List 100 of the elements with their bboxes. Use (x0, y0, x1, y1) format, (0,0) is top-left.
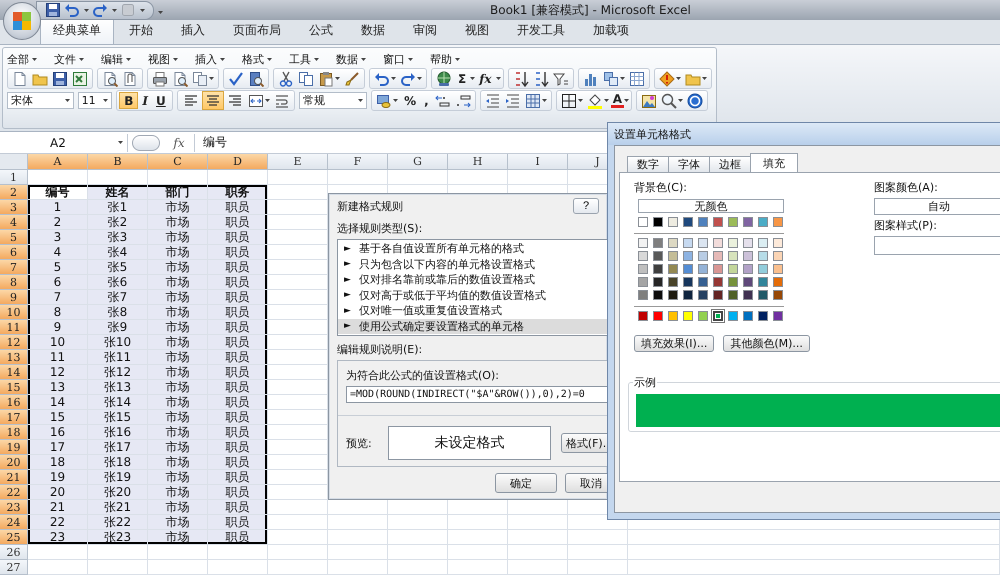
row-header[interactable]: 12 (0, 335, 28, 350)
color-swatch[interactable] (683, 251, 693, 261)
color-swatch[interactable] (653, 217, 663, 227)
increase-decimal-icon[interactable] (434, 92, 451, 108)
align-left-icon[interactable] (182, 92, 199, 108)
caret-icon[interactable] (542, 99, 547, 102)
color-swatch[interactable] (758, 217, 768, 227)
menu-item[interactable]: 编辑 (101, 52, 131, 66)
row-header[interactable]: 24 (0, 515, 28, 530)
wrap-text-icon[interactable] (274, 92, 290, 108)
caret-icon[interactable] (32, 58, 37, 60)
color-swatch[interactable] (683, 311, 693, 321)
color-swatch[interactable] (758, 251, 768, 261)
help-button[interactable]: ? (573, 198, 599, 214)
caret-icon[interactable] (103, 99, 108, 102)
font-size-dropdown[interactable]: 11 (78, 92, 112, 109)
color-swatch[interactable] (653, 238, 663, 248)
caret-icon[interactable] (624, 99, 629, 102)
color-swatch[interactable] (773, 277, 783, 287)
row-header[interactable]: 16 (0, 395, 28, 410)
row-header[interactable]: 26 (0, 545, 28, 560)
caret-icon[interactable] (220, 58, 225, 60)
caret-icon[interactable] (361, 58, 366, 60)
caret-icon[interactable] (209, 77, 214, 80)
font-dropdown[interactable]: 宋体 (7, 92, 74, 109)
spreadsheet-icon[interactable] (72, 70, 88, 86)
caret-icon[interactable] (393, 99, 398, 102)
comma-button[interactable]: , (420, 92, 433, 109)
row-header[interactable]: 8 (0, 275, 28, 290)
menu-item[interactable]: 全部 (7, 52, 37, 66)
cell-style-icon[interactable] (524, 92, 541, 108)
menu-item[interactable]: 视图 (148, 52, 178, 66)
row-header[interactable]: 18 (0, 425, 28, 440)
pattern-color-dropdown[interactable]: 自动 (874, 198, 1000, 215)
dialog-tab[interactable]: 边框 (709, 156, 751, 172)
save-icon[interactable] (52, 70, 68, 86)
dialog-button[interactable]: 填充效果(I)... (634, 335, 714, 352)
row-header[interactable]: 15 (0, 380, 28, 395)
row-header[interactable]: 9 (0, 290, 28, 305)
color-swatch[interactable] (743, 238, 753, 248)
caret-icon[interactable] (408, 58, 413, 60)
row-header[interactable]: 5 (0, 230, 28, 245)
ribbon-tab[interactable]: 数据 (348, 17, 398, 44)
color-swatch[interactable] (758, 238, 768, 248)
caret-icon[interactable] (158, 11, 163, 14)
italic-button[interactable]: I (138, 92, 152, 109)
color-swatch[interactable] (728, 277, 738, 287)
row-header[interactable]: 17 (0, 410, 28, 425)
dialog-tab[interactable]: 字体 (668, 156, 710, 172)
caret-icon[interactable] (455, 58, 460, 60)
caret-icon[interactable] (314, 58, 319, 60)
row-header[interactable]: 14 (0, 365, 28, 380)
caret-icon[interactable] (267, 58, 272, 60)
ribbon-tab[interactable]: 开始 (116, 17, 166, 44)
color-swatch[interactable] (728, 217, 738, 227)
row-header[interactable]: 3 (0, 200, 28, 215)
color-swatch[interactable] (638, 238, 648, 248)
dialog-tab[interactable]: 填充 (750, 153, 798, 172)
caret-icon[interactable] (112, 8, 117, 12)
list-item[interactable]: ► 只为包含以下内容的单元格设置格式 (338, 256, 607, 272)
color-swatch[interactable] (638, 277, 648, 287)
spelling-check-icon[interactable] (228, 70, 244, 86)
caret-icon[interactable] (578, 99, 583, 102)
color-swatch[interactable] (653, 277, 663, 287)
caret-icon[interactable] (678, 99, 683, 102)
color-swatch[interactable] (698, 251, 708, 261)
autosum-button[interactable]: Σ (454, 70, 470, 87)
column-header[interactable]: G (388, 154, 448, 170)
column-header[interactable]: B (88, 154, 148, 170)
number-format-dropdown[interactable]: 常规 (298, 92, 368, 109)
list-item[interactable]: ► 使用公式确定要设置格式的单元格 (338, 318, 607, 334)
printer-icon[interactable] (152, 70, 168, 86)
row-header[interactable]: 21 (0, 470, 28, 485)
color-swatch[interactable] (653, 251, 663, 261)
color-swatch[interactable] (773, 217, 783, 227)
color-swatch[interactable] (713, 238, 723, 248)
decrease-indent-icon[interactable] (484, 92, 501, 108)
color-swatch[interactable] (743, 217, 753, 227)
color-swatch[interactable] (698, 290, 708, 300)
column-header[interactable]: F (328, 154, 388, 170)
color-swatch[interactable] (773, 238, 783, 248)
color-swatch[interactable] (743, 311, 753, 321)
color-swatch[interactable] (713, 264, 723, 274)
borders-icon[interactable] (560, 92, 577, 108)
row-header[interactable]: 20 (0, 455, 28, 470)
list-item[interactable]: ► 仅对排名靠前或靠后的数值设置格式 (338, 272, 607, 288)
bold-button[interactable]: B (119, 92, 138, 109)
caret-icon[interactable] (264, 99, 270, 102)
color-swatch[interactable] (698, 264, 708, 274)
filter-icon[interactable] (552, 70, 569, 86)
increase-indent-icon[interactable] (504, 92, 521, 108)
row-header[interactable]: 4 (0, 215, 28, 230)
color-swatch[interactable] (638, 217, 648, 227)
ribbon-tab[interactable]: 审阅 (400, 17, 450, 44)
underline-button[interactable]: U (152, 92, 170, 109)
document-magnifier-icon[interactable] (102, 70, 118, 86)
column-header[interactable]: I (508, 154, 568, 170)
caret-icon[interactable] (391, 77, 396, 80)
color-swatch[interactable] (668, 238, 678, 248)
color-swatch[interactable] (743, 290, 753, 300)
